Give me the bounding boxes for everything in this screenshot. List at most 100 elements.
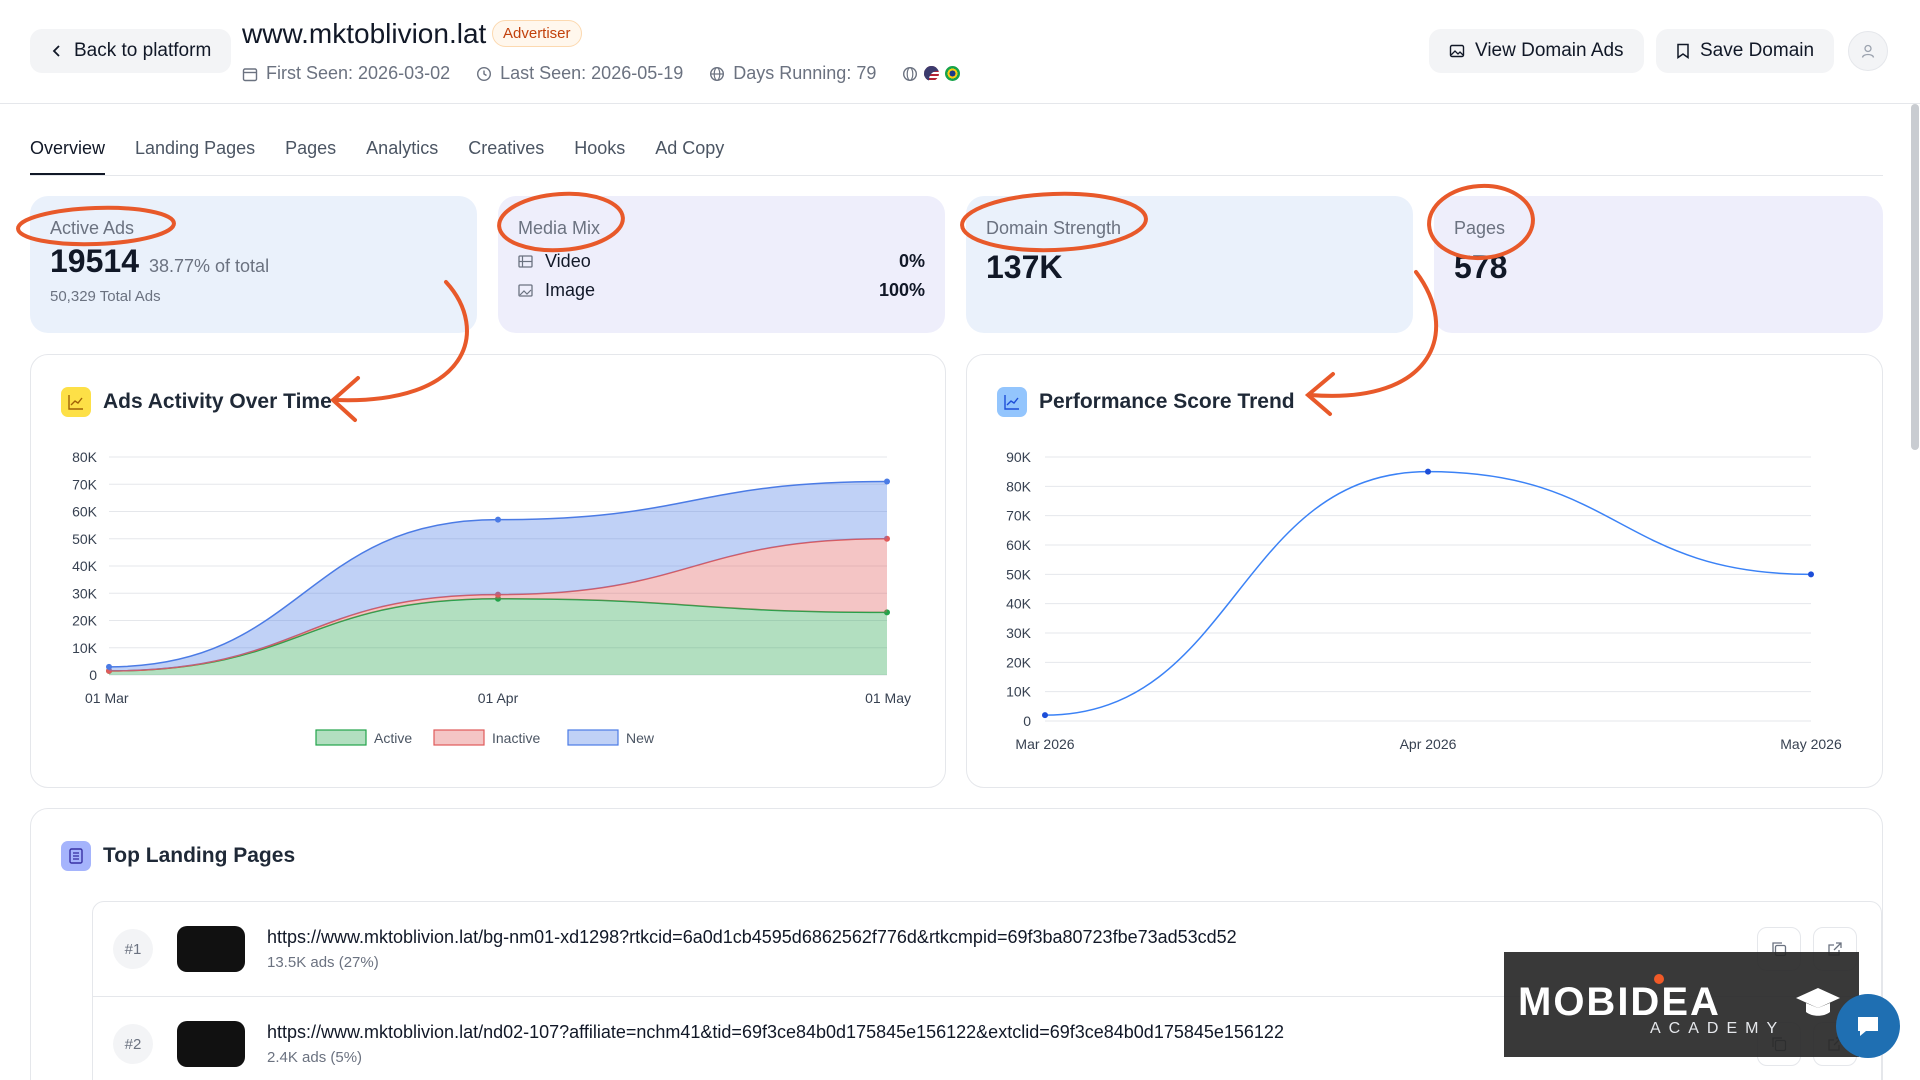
mobidea-watermark: MOBIDEA ACADEMY bbox=[1504, 952, 1859, 1057]
days-running-text: Days Running: 79 bbox=[733, 63, 877, 83]
chat-icon bbox=[1858, 1017, 1878, 1036]
landing-thumbnail bbox=[177, 926, 245, 972]
x-tick-label: Mar 2026 bbox=[1015, 736, 1074, 752]
y-tick-label: 40K bbox=[72, 558, 98, 574]
calendar-icon bbox=[242, 67, 258, 81]
legend-swatch bbox=[567, 729, 619, 746]
performance-line bbox=[1044, 470, 1812, 716]
tab-analytics[interactable]: Analytics bbox=[366, 138, 438, 175]
domain-strength-value: 137K bbox=[986, 249, 1063, 285]
y-tick-label: 40K bbox=[1006, 596, 1032, 612]
ads-activity-chart: 0 10K 20K 30K 40K 50K 60K 70K 80K 01 Mar 01 Apr 01 … bbox=[72, 449, 911, 746]
data-point bbox=[1042, 712, 1048, 719]
clock-icon bbox=[477, 66, 492, 81]
advertiser-badge: Advertiser bbox=[492, 20, 582, 47]
last-seen-text: Last Seen: 2026-05-19 bbox=[500, 63, 684, 83]
legend-label: New bbox=[626, 730, 655, 746]
tab-landing-pages[interactable]: Landing Pages bbox=[135, 138, 255, 175]
tab-pages[interactable]: Pages bbox=[285, 138, 336, 175]
media-mix-label: Media Mix bbox=[518, 218, 601, 238]
landing-pages-title: Top Landing Pages bbox=[103, 844, 296, 867]
image-value: 100% bbox=[878, 280, 925, 300]
total-ads: 50,329 Total Ads bbox=[50, 288, 161, 305]
x-tick-label: May 2026 bbox=[1780, 736, 1842, 752]
domain-title: www.mktoblivion.lat bbox=[242, 18, 487, 49]
country-flags bbox=[902, 66, 961, 82]
scrollbar-thumb[interactable] bbox=[1911, 104, 1919, 450]
y-tick-label: 60K bbox=[72, 504, 98, 520]
legend-label: Active bbox=[374, 730, 412, 746]
image-label: Image bbox=[545, 280, 596, 300]
legend-label: Inactive bbox=[492, 730, 540, 746]
active-ads-card: Active Ads 19514 38.77% of total 50,329 … bbox=[30, 196, 477, 333]
y-tick-label: 20K bbox=[1006, 654, 1032, 670]
y-tick-label: 0 bbox=[89, 667, 97, 683]
y-tick-label: 80K bbox=[1006, 478, 1032, 494]
media-mix-card: Media Mix Video 0% Image 100% bbox=[498, 196, 945, 333]
tab-bar: Overview Landing Pages Pages Analytics C… bbox=[30, 138, 1883, 176]
data-point bbox=[1425, 468, 1431, 475]
y-tick-label: 50K bbox=[72, 531, 98, 547]
user-icon bbox=[1861, 44, 1875, 58]
rank-badge: #2 bbox=[113, 1024, 153, 1064]
chevron-left-icon bbox=[52, 45, 60, 57]
back-label: Back to platform bbox=[74, 40, 212, 61]
x-tick-label: 01 Apr bbox=[478, 690, 519, 706]
media-mix-image-row: Image 100% bbox=[518, 280, 925, 301]
watermark-sub: ACADEMY bbox=[1650, 1020, 1786, 1037]
ads-activity-panel: Ads Activity Over Time 0 10K 20K 30K 40K 50K 6… bbox=[30, 354, 946, 788]
bookmark-icon bbox=[1677, 43, 1689, 59]
tab-overview[interactable]: Overview bbox=[30, 138, 106, 175]
y-tick-label: 10K bbox=[72, 640, 98, 656]
active-ads-label: Active Ads bbox=[50, 218, 135, 238]
tab-creatives[interactable]: Creatives bbox=[468, 138, 544, 175]
brazil-flag-icon bbox=[945, 66, 961, 81]
data-point-new bbox=[106, 663, 112, 670]
video-value: 0% bbox=[898, 251, 925, 271]
user-avatar[interactable] bbox=[1848, 31, 1888, 71]
legend-swatch bbox=[315, 729, 367, 746]
tab-hooks[interactable]: Hooks bbox=[574, 138, 625, 175]
video-label: Video bbox=[545, 251, 591, 271]
data-point-new bbox=[884, 478, 890, 485]
y-tick-label: 70K bbox=[1006, 508, 1032, 524]
video-icon bbox=[518, 255, 533, 268]
performance-panel: Performance Score Trend 0 10K 20K 30K 40K 50K… bbox=[966, 354, 1883, 788]
data-point-new bbox=[495, 516, 501, 523]
view-domain-ads-label: View Domain Ads bbox=[1475, 40, 1624, 61]
landing-ads-count: 13.5K ads (27%) bbox=[267, 954, 379, 971]
image-icon bbox=[518, 284, 533, 297]
x-tick-label: 01 May bbox=[865, 690, 911, 706]
back-to-platform-button[interactable]: Back to platform bbox=[30, 29, 232, 73]
y-tick-label: 80K bbox=[72, 449, 98, 465]
pages-value: 578 bbox=[1454, 249, 1508, 285]
y-tick-label: 30K bbox=[1006, 625, 1032, 641]
globe-icon bbox=[710, 66, 725, 81]
y-tick-label: 50K bbox=[1006, 566, 1032, 582]
save-domain-button[interactable]: Save Domain bbox=[1656, 29, 1835, 73]
header-bar: Back to platform www.mktoblivion.lat Adv… bbox=[0, 0, 1920, 104]
landing-ads-count: 2.4K ads (5%) bbox=[267, 1049, 363, 1066]
list-icon bbox=[61, 841, 91, 871]
first-seen-text: First Seen: 2026-03-02 bbox=[266, 63, 451, 83]
us-flag-icon bbox=[924, 66, 940, 81]
last-seen: Last Seen: 2026-05-19 bbox=[476, 63, 683, 84]
landing-url[interactable]: https://www.mktoblivion.lat/nd02-107?aff… bbox=[267, 1022, 1284, 1043]
x-tick-label: Apr 2026 bbox=[1400, 736, 1457, 752]
watermark-dot bbox=[1654, 974, 1664, 984]
landing-url[interactable]: https://www.mktoblivion.lat/bg-nm01-xd12… bbox=[267, 927, 1237, 948]
tab-ad-copy[interactable]: Ad Copy bbox=[655, 138, 724, 175]
performance-chart: 0 10K 20K 30K 40K 50K 60K 70K 80K 90K Mar 2026 Apr … bbox=[1006, 449, 1842, 752]
y-tick-label: 60K bbox=[1006, 537, 1032, 553]
rank-badge: #1 bbox=[113, 929, 153, 969]
view-domain-ads-button[interactable]: View Domain Ads bbox=[1429, 29, 1644, 73]
domain-meta: First Seen: 2026-03-02 Last Seen: 2026-0… bbox=[242, 63, 961, 84]
chat-launcher-button[interactable] bbox=[1836, 994, 1900, 1058]
first-seen: First Seen: 2026-03-02 bbox=[242, 63, 450, 84]
active-ads-percent: 38.77% of total bbox=[148, 256, 270, 276]
image-icon bbox=[1449, 44, 1465, 58]
media-mix-video-row: Video 0% bbox=[518, 251, 925, 272]
y-tick-label: 90K bbox=[1006, 449, 1032, 465]
y-tick-label: 10K bbox=[1006, 684, 1032, 700]
domain-strength-label: Domain Strength bbox=[986, 218, 1122, 238]
